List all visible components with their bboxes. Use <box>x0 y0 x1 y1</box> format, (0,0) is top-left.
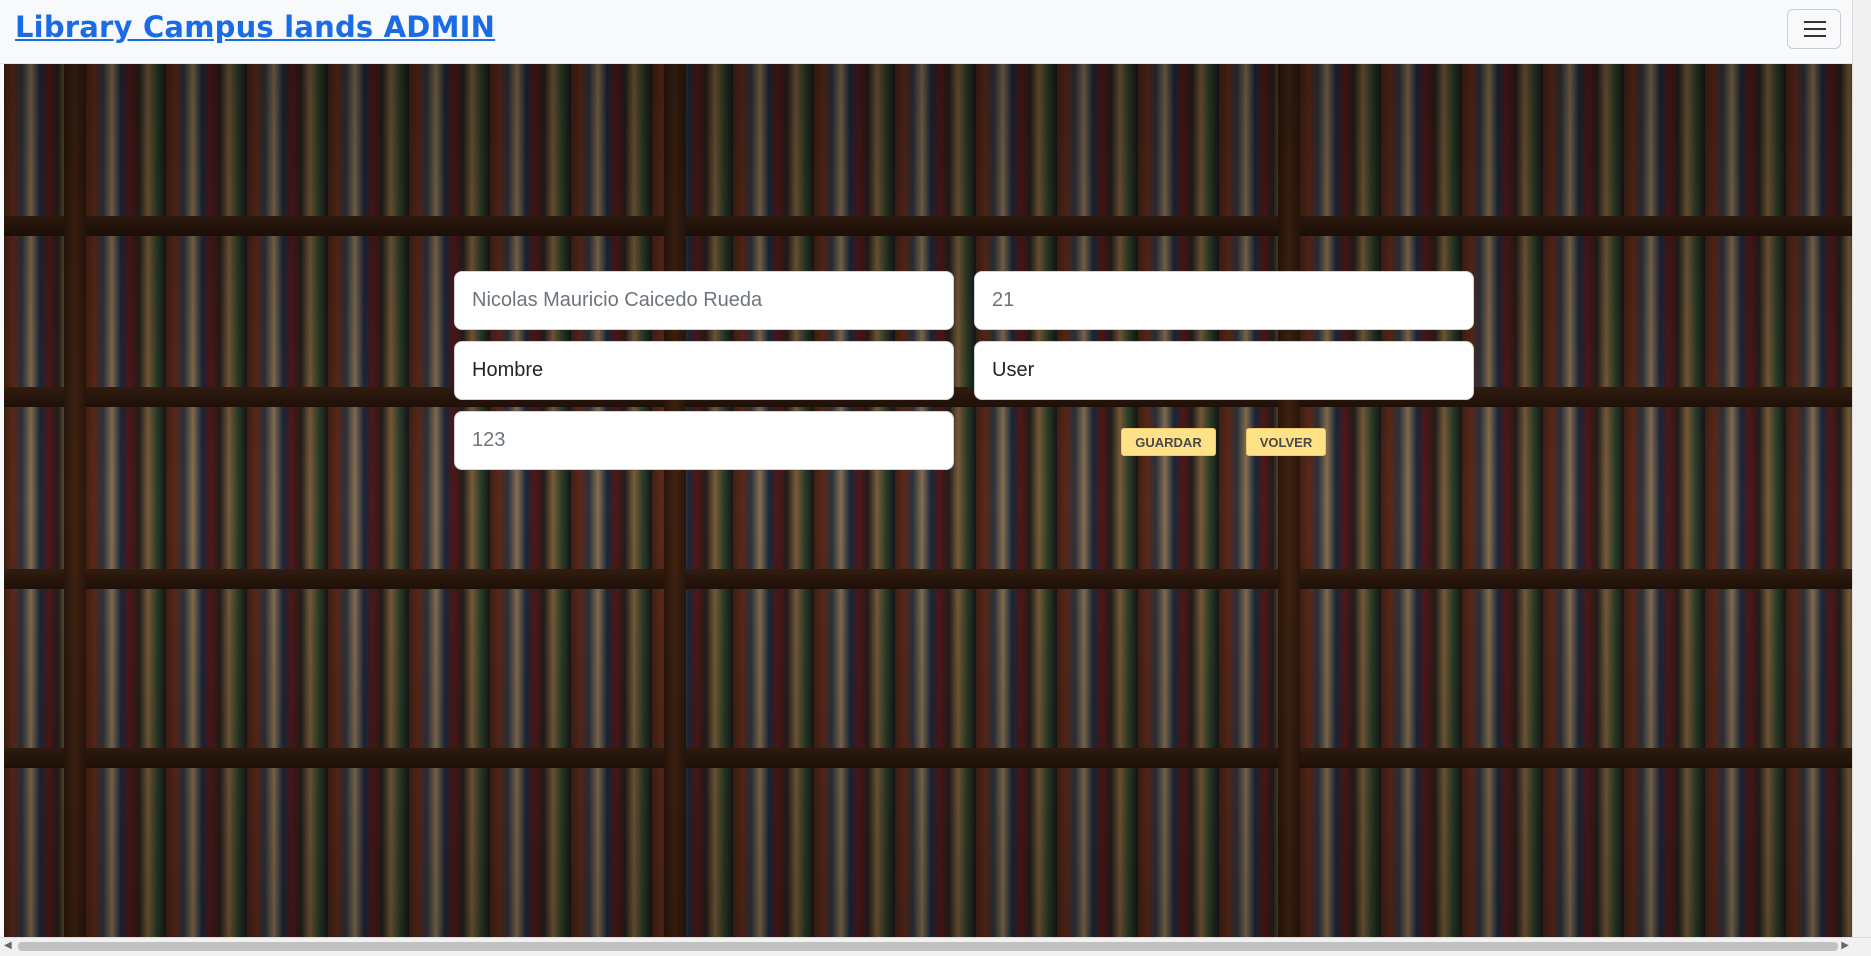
bookshelf-background <box>4 64 1853 938</box>
rol-input[interactable]: User <box>974 341 1474 400</box>
genero-input[interactable]: Hombre <box>454 341 954 400</box>
navbar: Library Campus lands ADMIN <box>0 0 1853 64</box>
volver-button[interactable]: VOLVER <box>1246 428 1326 456</box>
brand-link[interactable]: Library Campus lands ADMIN <box>15 10 495 44</box>
nombre-input[interactable]: Nicolas Mauricio Caicedo Rueda <box>454 271 954 330</box>
password-input[interactable]: 123 <box>454 411 954 470</box>
menu-toggle-button[interactable] <box>1787 9 1841 49</box>
scroll-right-icon[interactable]: ▶ <box>1841 940 1849 951</box>
vertical-scrollbar[interactable] <box>1852 0 1871 956</box>
hamburger-icon <box>1804 21 1826 23</box>
edad-input[interactable]: 21 <box>974 271 1474 330</box>
scrollbar-thumb[interactable] <box>18 942 1838 951</box>
guardar-button[interactable]: GUARDAR <box>1121 428 1216 456</box>
horizontal-scrollbar[interactable]: ◀ ▶ <box>0 937 1871 956</box>
scroll-left-icon[interactable]: ◀ <box>4 940 12 951</box>
